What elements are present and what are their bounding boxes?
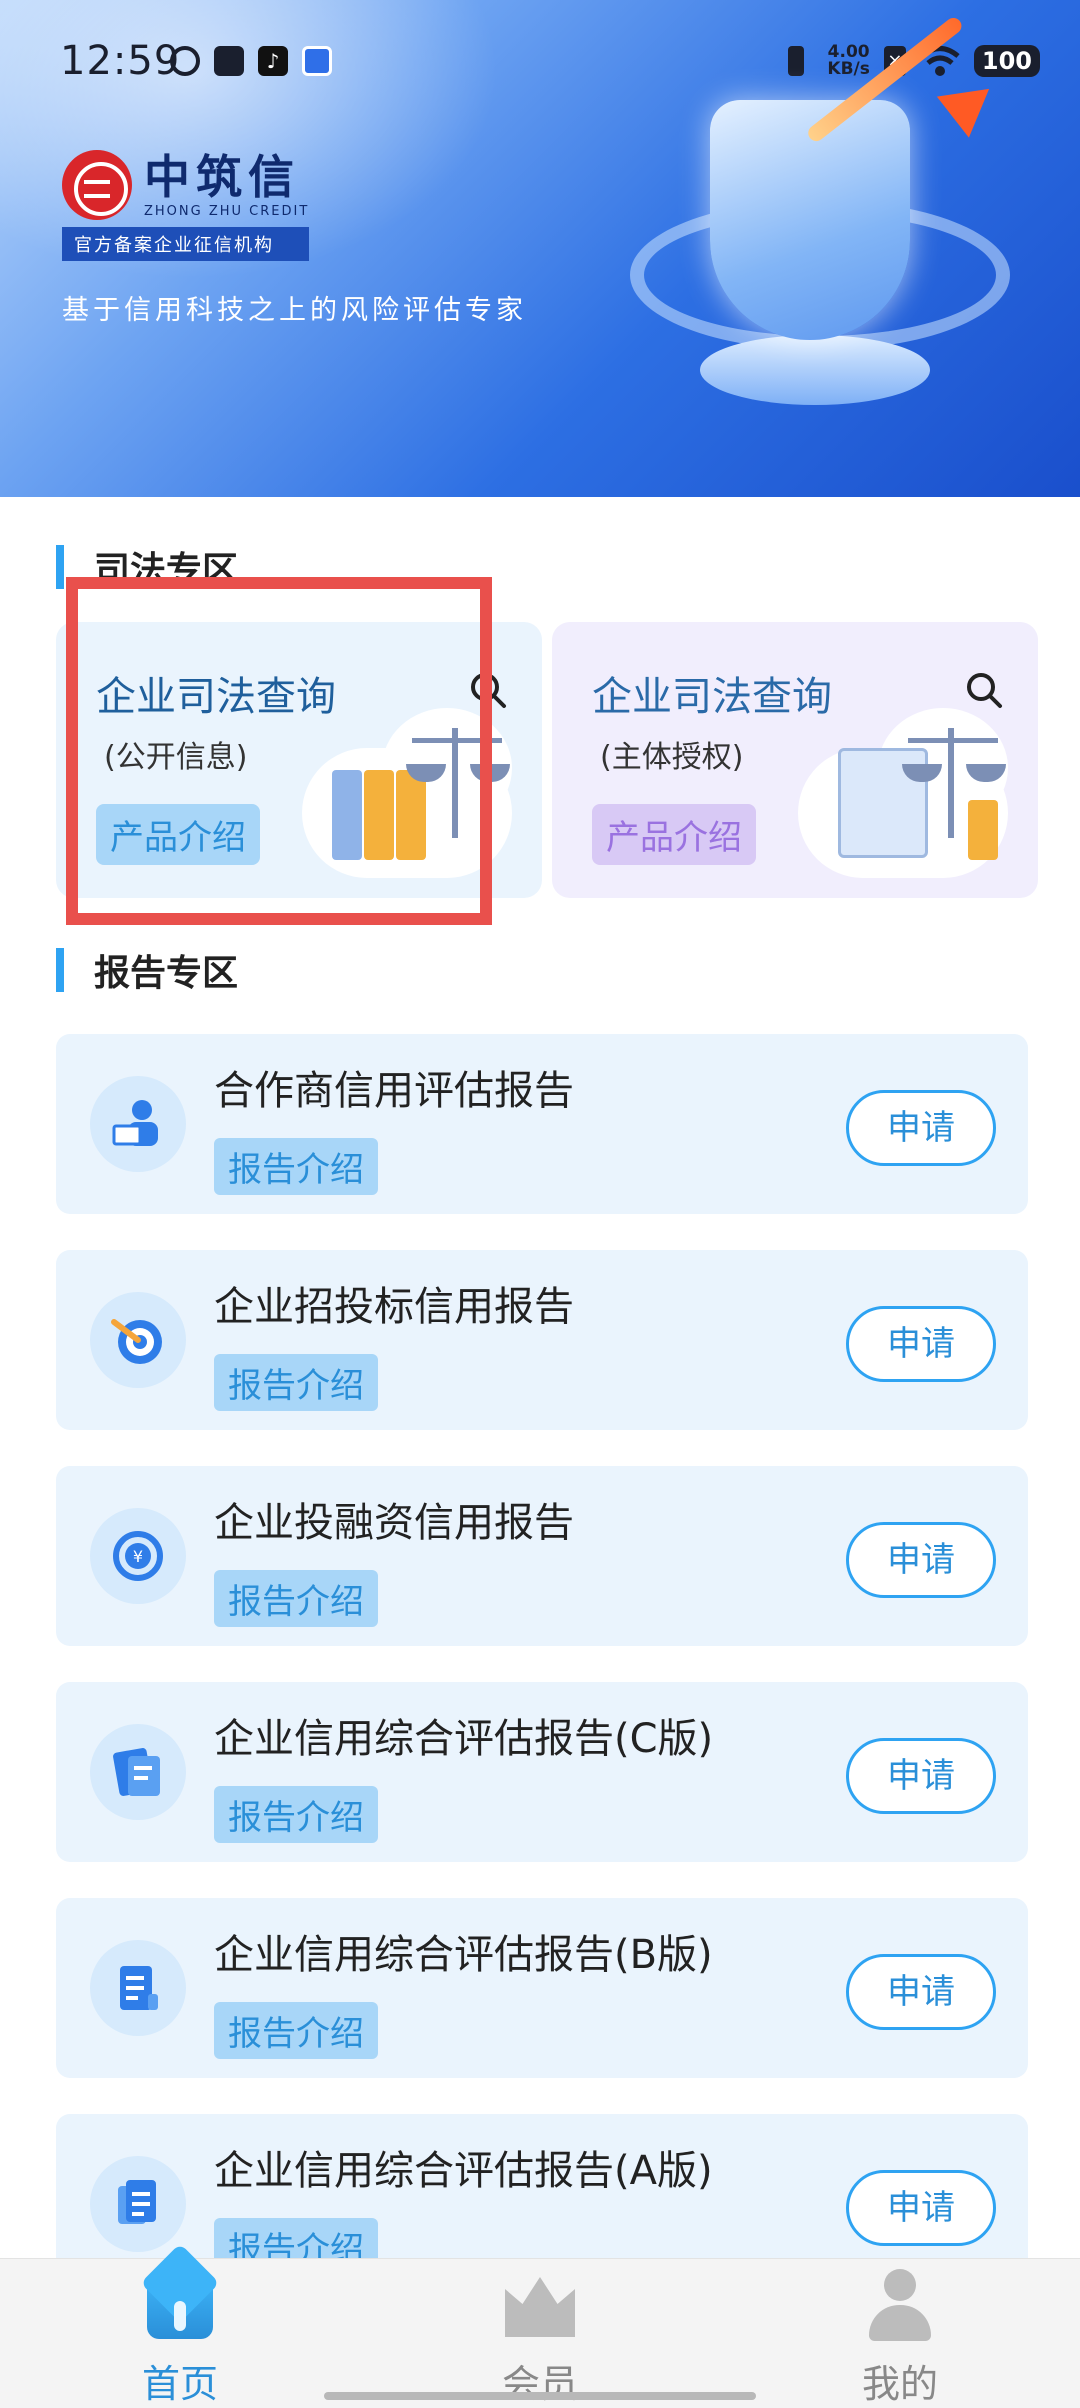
home-icon (145, 2269, 215, 2339)
apply-button[interactable]: 申请 (846, 1954, 996, 2030)
scale-icon (948, 728, 954, 838)
report-title: 企业信用综合评估报告(B版) (214, 1932, 713, 1978)
judicial-card-title: 企业司法查询 (592, 674, 832, 720)
apply-button[interactable]: 申请 (846, 1090, 996, 1166)
reports-section-header: 报告专区 (56, 948, 238, 994)
battery-level: 100 (973, 45, 1040, 77)
report-row-investment[interactable]: ¥ 企业投融资信用报告 报告介绍 申请 (56, 1466, 1028, 1646)
logo-name-cn: 中筑信 (144, 150, 300, 204)
report-row-comprehensive-b[interactable]: 企业信用综合评估报告(B版) 报告介绍 申请 (56, 1898, 1028, 2078)
files-icon (90, 2156, 186, 2252)
section-accent-bar (56, 948, 64, 992)
app-notification-icon (170, 46, 200, 76)
target-icon (90, 1292, 186, 1388)
section-accent-bar (56, 545, 64, 589)
network-speed-unit: KB/s (827, 59, 870, 79)
scroll-icon (90, 1940, 186, 2036)
report-title: 企业信用综合评估报告(A版) (214, 2148, 713, 2194)
status-time: 12:59 (60, 38, 181, 84)
report-intro-tag[interactable]: 报告介绍 (214, 2002, 378, 2059)
nav-item-mine[interactable]: 我的 (800, 2269, 1000, 2408)
nav-item-member[interactable]: 会员 (440, 2269, 640, 2408)
judicial-card-authorized[interactable]: 企业司法查询 (主体授权) 产品介绍 (552, 622, 1038, 898)
report-row-comprehensive-c[interactable]: 企业信用综合评估报告(C版) 报告介绍 申请 (56, 1682, 1028, 1862)
report-intro-tag[interactable]: 报告介绍 (214, 1786, 378, 1843)
binder-icon (968, 800, 998, 860)
report-row-partner[interactable]: 合作商信用评估报告 报告介绍 申请 (56, 1034, 1028, 1214)
nav-label: 首页 (141, 2362, 218, 2406)
notification-icons: ♪ (170, 46, 332, 76)
gesture-home-indicator[interactable] (324, 2392, 756, 2400)
report-row-bidding[interactable]: 企业招投标信用报告 报告介绍 申请 (56, 1250, 1028, 1430)
report-title: 企业投融资信用报告 (214, 1500, 574, 1546)
nav-item-home[interactable]: 首页 (80, 2269, 280, 2408)
report-title: 合作商信用评估报告 (214, 1068, 574, 1114)
apply-button[interactable]: 申请 (846, 1522, 996, 1598)
svg-text:¥: ¥ (133, 1547, 143, 1566)
logo-name-en: ZHONG ZHU CREDIT (144, 204, 310, 219)
report-title: 企业信用综合评估报告(C版) (214, 1716, 714, 1762)
yuan-coin-icon: ¥ (90, 1508, 186, 1604)
documents-scale-illustration (798, 708, 1018, 878)
report-intro-tag[interactable]: 报告介绍 (214, 1354, 378, 1411)
apply-button[interactable]: 申请 (846, 1306, 996, 1382)
report-intro-tag[interactable]: 报告介绍 (214, 1570, 378, 1627)
logo-tagline: 官方备案企业征信机构 (62, 227, 310, 261)
pedestal (700, 335, 930, 405)
bottom-navigation: 首页 会员 我的 (0, 2258, 1080, 2408)
apply-button[interactable]: 申请 (846, 1738, 996, 1814)
product-intro-button[interactable]: 产品介绍 (592, 804, 756, 865)
tiktok-icon: ♪ (258, 46, 288, 76)
highlight-annotation-box (66, 577, 492, 925)
logo-text: 中筑信 ZHONG ZHU CREDIT 官方备案企业征信机构 (62, 150, 310, 261)
search-icon[interactable] (964, 670, 1004, 710)
network-speed: 4.00 KB/s (827, 44, 869, 78)
top-banner: 12:59 ♪ 4.00 KB/s × 100 中筑信 ZHONG (0, 0, 1080, 497)
partner-icon (90, 1076, 186, 1172)
brand-logo: 中筑信 ZHONG ZHU CREDIT 官方备案企业征信机构 (62, 150, 310, 261)
logo-seal-icon (62, 150, 132, 220)
reports-section-title: 报告专区 (94, 953, 239, 994)
crown-icon (505, 2269, 575, 2339)
judicial-card-subtitle: (主体授权) (600, 740, 744, 775)
report-intro-tag[interactable]: 报告介绍 (214, 1138, 378, 1195)
scale-beam (908, 738, 998, 743)
report-title: 企业招投标信用报告 (214, 1284, 574, 1330)
app-badge-icon (302, 46, 332, 76)
message-icon (214, 46, 244, 76)
nav-label: 我的 (861, 2362, 938, 2406)
person-icon (865, 2269, 935, 2341)
shield-illustration (600, 14, 1040, 420)
document-icon (90, 1724, 186, 1820)
apply-button[interactable]: 申请 (846, 2170, 996, 2246)
vibrate-icon (779, 44, 813, 78)
banner-slogan: 基于信用科技之上的风险评估专家 (62, 295, 527, 326)
